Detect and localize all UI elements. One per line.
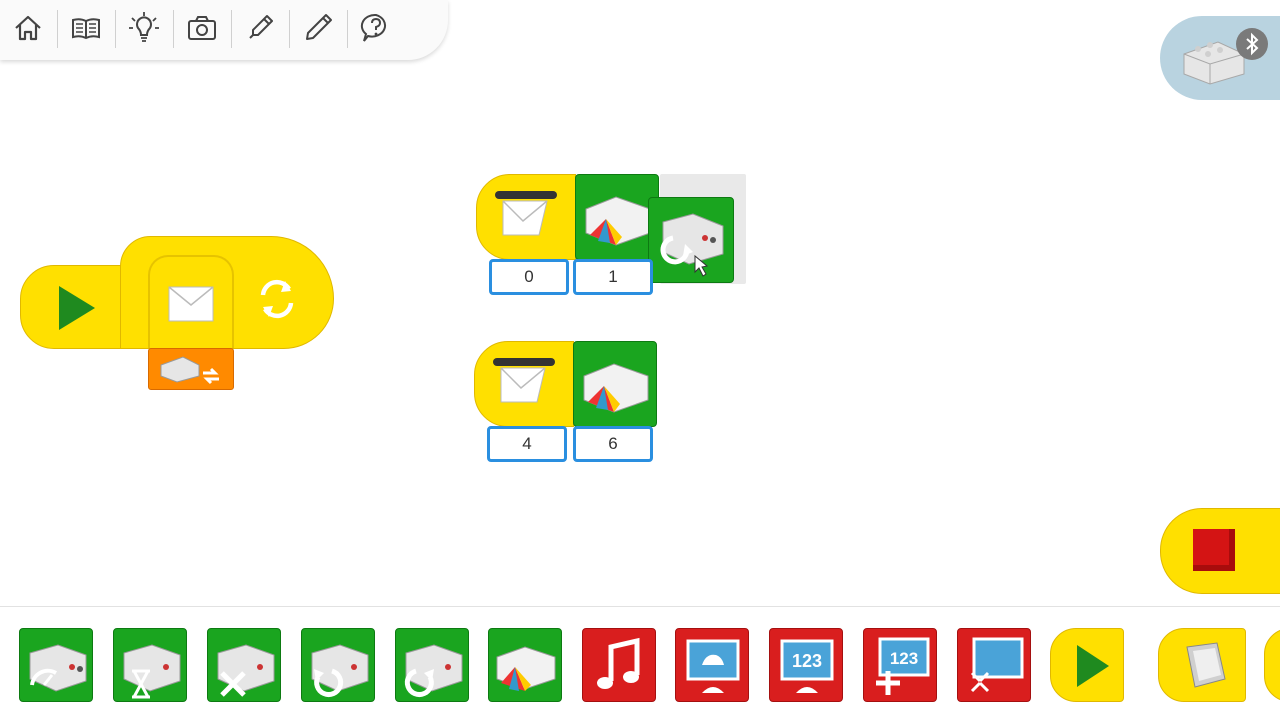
start-program[interactable] <box>20 236 334 392</box>
display-size-block[interactable] <box>957 628 1031 702</box>
help-icon[interactable] <box>356 8 396 48</box>
add-to-display-block[interactable]: 123 <box>863 628 937 702</box>
play-icon <box>1077 645 1109 687</box>
smarthub-send-icon <box>160 356 219 385</box>
svg-text:123: 123 <box>890 649 918 668</box>
motor-clockwise-block-dragging[interactable] <box>648 197 734 283</box>
motor-power-icon <box>29 644 87 692</box>
receive-message-block[interactable] <box>474 341 574 427</box>
motor-off-block[interactable] <box>207 628 281 702</box>
key-press-block[interactable] <box>1158 628 1246 702</box>
receive-message-block[interactable] <box>476 174 576 260</box>
motor-clockwise-icon <box>660 213 724 277</box>
stop-button[interactable] <box>1160 508 1280 594</box>
music-note-icon <box>597 637 640 689</box>
motor-counterclockwise-icon <box>311 644 369 698</box>
stop-icon <box>1193 529 1235 571</box>
book-icon[interactable] <box>66 8 106 48</box>
hub-light-icon <box>585 196 651 246</box>
top-toolbar <box>0 0 448 60</box>
hub-light-block[interactable] <box>573 341 657 427</box>
display-number-icon: 123 <box>780 639 834 693</box>
hub-light-icon <box>496 646 556 691</box>
hub-light-icon <box>583 363 649 413</box>
motor-counterclockwise-block[interactable] <box>301 628 375 702</box>
motor-clockwise-icon <box>404 644 463 698</box>
message-input-slot[interactable] <box>148 348 234 390</box>
loop-icon <box>260 279 294 319</box>
display-background-icon <box>686 639 740 693</box>
pencil-icon[interactable] <box>298 8 338 48</box>
input-field-1[interactable]: 1 <box>573 259 653 295</box>
play-sound-block[interactable] <box>582 628 656 702</box>
motor-power-block[interactable] <box>19 628 93 702</box>
add-to-display-icon: 123 <box>876 637 930 695</box>
lightbulb-icon[interactable] <box>124 8 164 48</box>
bluetooth-icon <box>1236 28 1268 60</box>
message-program-2[interactable]: 4 6 <box>474 341 664 471</box>
envelope-icon <box>168 286 214 322</box>
envelope-icon <box>500 367 546 403</box>
key-icon <box>1186 642 1226 688</box>
start-block[interactable] <box>1050 628 1124 702</box>
motor-on-for-block[interactable] <box>113 628 187 702</box>
hub-light-block[interactable] <box>488 628 562 702</box>
hub-connect-button[interactable] <box>1160 16 1280 100</box>
play-icon <box>59 286 95 330</box>
input-field-0[interactable]: 0 <box>489 259 569 295</box>
display-number-block[interactable]: 123 <box>769 628 843 702</box>
hub-light-block[interactable] <box>575 174 659 260</box>
motor-clockwise-block[interactable] <box>395 628 469 702</box>
motor-timer-icon <box>123 644 181 699</box>
start-block[interactable] <box>20 265 122 349</box>
camera-icon[interactable] <box>182 8 222 48</box>
dropper-pen-icon[interactable] <box>240 8 280 48</box>
repeat-loop-block[interactable] <box>120 236 334 349</box>
display-background-block[interactable] <box>675 628 749 702</box>
input-field-6[interactable]: 6 <box>573 426 653 462</box>
shrink-display-icon <box>970 637 1024 693</box>
motor-off-icon <box>217 644 275 697</box>
svg-text:123: 123 <box>792 651 822 671</box>
input-field-4[interactable]: 4 <box>487 426 567 462</box>
home-icon[interactable] <box>8 8 48 48</box>
envelope-icon <box>502 200 548 236</box>
message-program-1[interactable]: 0 1 <box>476 174 746 304</box>
